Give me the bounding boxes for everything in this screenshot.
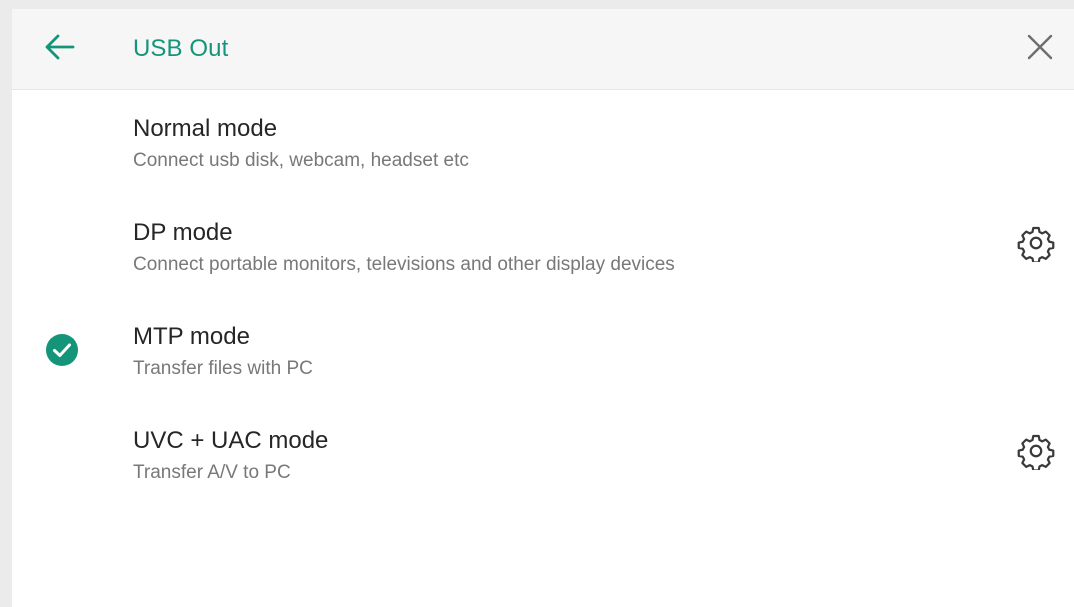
arrow-left-icon xyxy=(43,33,77,66)
mode-item-mtp[interactable]: MTP mode Transfer files with PC xyxy=(12,305,1074,409)
mode-subtitle: Connect usb disk, webcam, headset etc xyxy=(133,150,469,171)
mode-item-normal[interactable]: Normal mode Connect usb disk, webcam, he… xyxy=(12,97,1074,201)
close-button[interactable] xyxy=(1018,29,1062,69)
dp-settings-button[interactable] xyxy=(1012,221,1060,269)
mode-title: UVC + UAC mode xyxy=(133,427,329,454)
mode-title: DP mode xyxy=(133,219,233,246)
mode-subtitle: Transfer files with PC xyxy=(133,358,313,379)
mode-title: MTP mode xyxy=(133,323,250,350)
gear-icon xyxy=(1017,224,1055,267)
usb-out-panel: USB Out Normal mode Connect usb disk, we… xyxy=(12,9,1074,607)
page-title: USB Out xyxy=(133,35,229,62)
close-icon xyxy=(1026,33,1054,66)
mode-item-dp[interactable]: DP mode Connect portable monitors, telev… xyxy=(12,201,1074,305)
gear-icon xyxy=(1017,432,1055,475)
mode-subtitle: Connect portable monitors, televisions a… xyxy=(133,254,675,275)
mode-item-uvc-uac[interactable]: UVC + UAC mode Transfer A/V to PC xyxy=(12,409,1074,513)
back-button[interactable] xyxy=(40,31,80,67)
uvc-uac-settings-button[interactable] xyxy=(1012,429,1060,477)
check-circle-icon xyxy=(45,333,79,367)
header-bar: USB Out xyxy=(12,9,1074,90)
mode-subtitle: Transfer A/V to PC xyxy=(133,462,291,483)
mode-title: Normal mode xyxy=(133,115,278,142)
